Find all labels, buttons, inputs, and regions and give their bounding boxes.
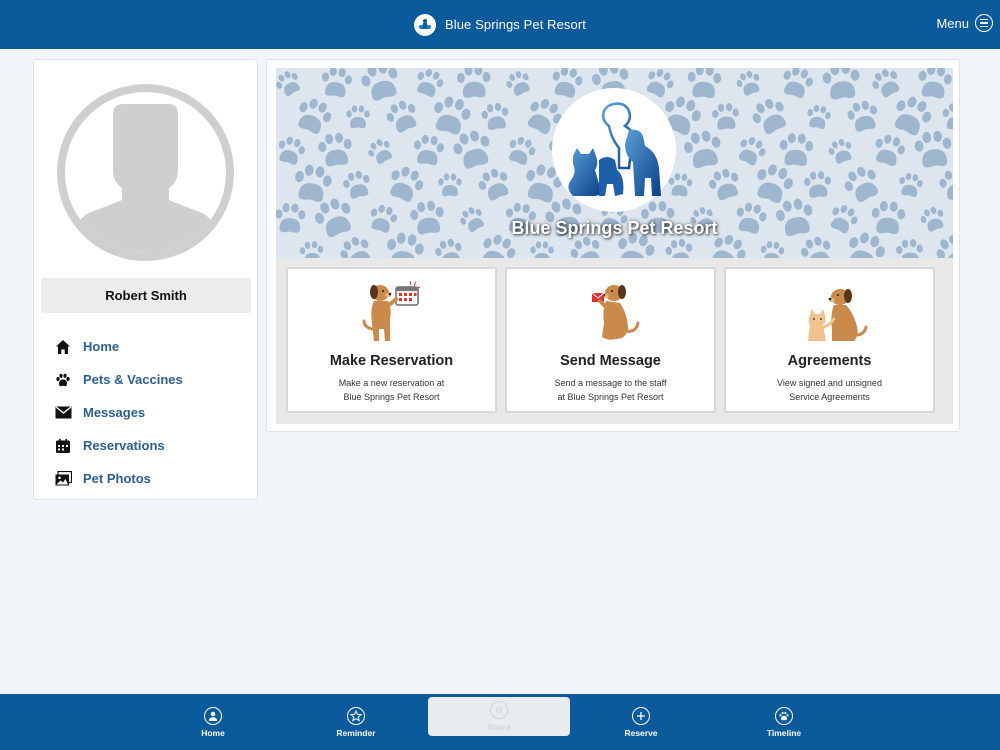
resort-logo-icon — [552, 88, 676, 212]
profile-panel: Robert Smith Home Pets & Vaccines Messag… — [33, 59, 258, 500]
tab-reminder[interactable]: Reminder — [285, 694, 427, 750]
sidebar-item-pet-photos[interactable]: Pet Photos — [54, 462, 183, 495]
share-icon — [490, 701, 508, 719]
sidebar-item-label: Reservations — [83, 438, 165, 453]
dog-letter-illustration-icon — [507, 279, 714, 347]
hamburger-icon — [975, 14, 993, 32]
hero-banner: Blue Springs Pet Resort — [276, 68, 953, 258]
sidebar-item-pets-vaccines[interactable]: Pets & Vaccines — [54, 363, 183, 396]
card-description-line: View signed and unsigned — [777, 378, 882, 388]
envelope-icon — [54, 404, 72, 422]
dog-and-cat-illustration-icon — [726, 279, 933, 347]
sidebar-item-reservations[interactable]: Reservations — [54, 429, 183, 462]
card-description-line: Blue Springs Pet Resort — [343, 392, 440, 402]
tab-timeline[interactable]: Timeline — [713, 694, 855, 750]
sidebar-item-home[interactable]: Home — [54, 330, 183, 363]
top-bar: Blue Springs Pet Resort Menu — [0, 0, 1000, 49]
menu-button[interactable]: Menu — [936, 11, 993, 35]
brand[interactable]: Blue Springs Pet Resort — [0, 0, 1000, 49]
card-description-line: Make a new reservation at — [338, 378, 445, 388]
tab-label: Home — [201, 727, 225, 738]
menu-label: Menu — [936, 15, 969, 31]
paw-icon — [54, 371, 72, 389]
dog-calendar-illustration-icon — [288, 279, 495, 347]
action-cards: Make Reservation Make a new reservation … — [276, 258, 953, 424]
bottom-tab-bar: Home Reminder Share Reserve Timeline — [0, 694, 1000, 750]
plus-icon — [632, 706, 650, 725]
star-icon — [347, 706, 365, 725]
tab-home[interactable]: Home — [142, 694, 284, 750]
photos-icon — [54, 470, 72, 488]
user-icon — [204, 706, 222, 725]
person-silhouette-icon — [70, 104, 221, 253]
sidebar-item-messages[interactable]: Messages — [54, 396, 183, 429]
user-name: Robert Smith — [41, 278, 251, 313]
paw-icon — [775, 706, 793, 725]
brand-logo-icon — [413, 13, 436, 36]
tab-reserve[interactable]: Reserve — [570, 694, 712, 750]
tab-label: Share — [487, 722, 511, 732]
main-panel: Blue Springs Pet Resort Make Reservation… — [266, 59, 960, 432]
card-title: Agreements — [787, 353, 872, 369]
sidebar-item-label: Pets & Vaccines — [83, 372, 183, 387]
home-icon — [54, 338, 72, 356]
sidebar-item-label: Home — [83, 339, 120, 354]
card-description: View signed and unsigned Service Agreeme… — [734, 376, 925, 404]
tab-label: Reminder — [336, 727, 376, 738]
sidebar-nav: Home Pets & Vaccines Messages Reservatio… — [54, 330, 183, 495]
hero-title: Blue Springs Pet Resort — [511, 218, 718, 238]
sidebar-item-label: Pet Photos — [83, 471, 151, 486]
card-title: Make Reservation — [329, 353, 454, 369]
sidebar-item-label: Messages — [83, 405, 146, 420]
tab-share[interactable]: Share — [428, 697, 570, 736]
send-message-card[interactable]: Send Message Send a message to the staff… — [505, 267, 716, 413]
calendar-icon — [54, 437, 72, 455]
make-reservation-card[interactable]: Make Reservation Make a new reservation … — [286, 267, 497, 413]
card-description-line: Send a message to the staff — [554, 378, 667, 388]
card-description-line: at Blue Springs Pet Resort — [557, 392, 664, 402]
brand-name: Blue Springs Pet Resort — [444, 17, 587, 32]
tab-label: Reserve — [624, 727, 658, 738]
card-description: Send a message to the staff at Blue Spri… — [515, 376, 706, 404]
tab-label: Timeline — [766, 727, 802, 738]
card-description: Make a new reservation at Blue Springs P… — [296, 376, 487, 404]
card-title: Send Message — [560, 353, 661, 369]
avatar[interactable] — [57, 84, 234, 261]
agreements-card[interactable]: Agreements View signed and unsigned Serv… — [724, 267, 935, 413]
card-description-line: Service Agreements — [789, 392, 870, 402]
